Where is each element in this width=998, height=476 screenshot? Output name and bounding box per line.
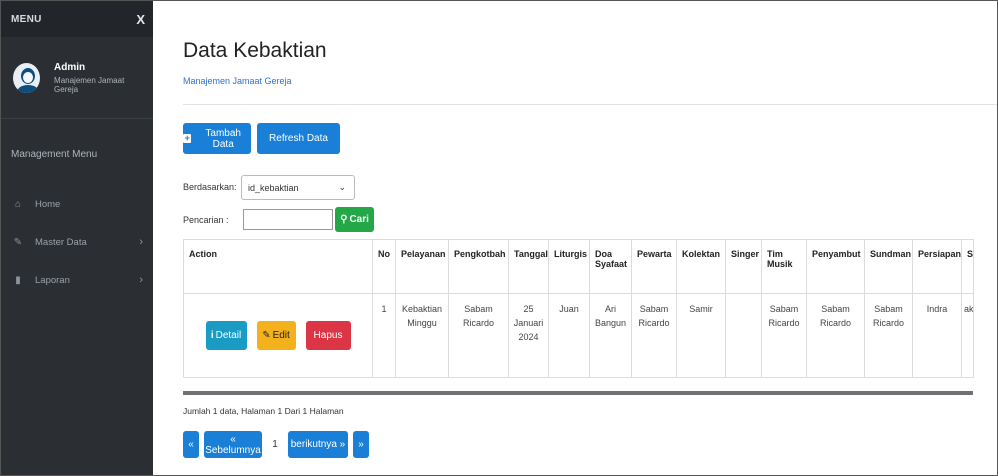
table-header-row: Action No Pelayanan Pengkotbah Tanggal L…	[183, 239, 974, 294]
search-icon: ⚲	[340, 214, 348, 225]
chevron-down-icon: ⌄	[338, 182, 346, 192]
first-page-button[interactable]: «	[183, 431, 199, 458]
col-header: Statu	[961, 239, 974, 294]
cell-doa-syafaat: Ari Bangun	[589, 293, 632, 378]
filter-by-label: Berdasarkan:	[183, 182, 237, 192]
col-header: Pengkotbah	[448, 239, 509, 294]
delete-button[interactable]: Hapus	[305, 321, 351, 350]
add-data-label: Tambah Data	[205, 127, 241, 150]
search-input[interactable]	[243, 209, 333, 230]
cell-pelayanan: Kebaktian Minggu	[395, 293, 449, 378]
col-header: Singer	[725, 239, 762, 294]
user-role: Manajemen Jamaat Gereja	[54, 75, 125, 94]
current-page: 1	[272, 439, 278, 450]
file-icon: ▮	[15, 274, 21, 286]
chevron-right-icon: ›	[139, 236, 143, 248]
sidebar-item-home[interactable]: ⌂ Home	[1, 185, 153, 223]
col-header: No	[372, 239, 396, 294]
prev-page-button[interactable]: « Sebelumnya	[204, 431, 262, 458]
divider	[183, 104, 997, 105]
cell-kolektan: Samir	[676, 293, 726, 378]
edit-icon: ✎	[262, 330, 271, 341]
cell-liturgis: Juan	[548, 293, 590, 378]
home-icon: ⌂	[14, 198, 22, 210]
cell-pengkotbah: Sabam Ricardo	[448, 293, 509, 378]
col-header: Kolektan	[676, 239, 726, 294]
col-header: Sundman	[864, 239, 913, 294]
filter-field-select[interactable]: id_kebaktian ⌄	[241, 175, 355, 200]
col-header: Pelayanan	[395, 239, 449, 294]
cell-penyambut: Sabam Ricardo	[806, 293, 865, 378]
sidebar-item-laporan[interactable]: ▮ Laporan ›	[1, 261, 153, 299]
col-header: Pewarta	[631, 239, 677, 294]
detail-button[interactable]: i Detail	[205, 321, 247, 350]
plus-square-icon: +	[183, 133, 192, 143]
edit-button-label: Edit	[272, 330, 290, 341]
chevron-right-icon: ›	[139, 274, 143, 286]
search-button[interactable]: ⚲ Cari	[335, 207, 374, 232]
page-title: Data Kebaktian	[183, 39, 327, 62]
cell-tanggal: 25 Januari 2024	[508, 293, 549, 378]
table-horizontal-scrollbar[interactable]	[183, 391, 973, 395]
sidebar-title: MENU	[11, 13, 42, 25]
pagination-info: Jumlah 1 data, Halaman 1 Dari 1 Halaman	[183, 406, 344, 416]
cell-singer	[725, 293, 762, 378]
table-row: i Detail ✎ Edit Hapus 1 Kebaktian Minggu	[183, 293, 974, 378]
cell-tim-musik: Sabam Ricardo	[761, 293, 807, 378]
cell-pewarta: Sabam Ricardo	[631, 293, 677, 378]
col-header: Penyambut	[806, 239, 865, 294]
cell-sundman: Sabam Ricardo	[864, 293, 913, 378]
col-header: Liturgis	[548, 239, 590, 294]
app-window: MENU X Admin Manajemen Jamaat Gereja Man…	[0, 0, 998, 476]
search-button-label: Cari	[349, 214, 369, 225]
last-page-button[interactable]: »	[353, 431, 369, 458]
user-avatar-icon	[13, 62, 41, 93]
main-content: Data Kebaktian Manajemen Jamaat Gereja +…	[153, 1, 997, 475]
cell-persiapan: Indra	[912, 293, 962, 378]
detail-button-label: Detail	[215, 330, 242, 341]
search-label: Pencarian :	[183, 215, 229, 225]
col-header: Action	[183, 239, 373, 294]
close-icon[interactable]: X	[136, 12, 145, 27]
col-header: Doa Syafaat	[589, 239, 632, 294]
sidebar-item-label: Master Data	[35, 236, 87, 248]
info-icon: i	[210, 330, 214, 341]
sidebar-header: MENU X	[1, 1, 153, 37]
action-cell: i Detail ✎ Edit Hapus	[183, 293, 373, 378]
sidebar-item-label: Home	[35, 198, 61, 210]
edit-button[interactable]: ✎ Edit	[256, 321, 296, 350]
cell-status: aktif	[961, 293, 974, 378]
user-panel: Admin Manajemen Jamaat Gereja	[1, 37, 153, 119]
sidebar-section-title: Management Menu	[11, 149, 98, 160]
col-header: Tanggal	[508, 239, 549, 294]
col-header: Persiapan	[912, 239, 962, 294]
filter-field-value: id_kebaktian	[248, 182, 299, 193]
data-table: Action No Pelayanan Pengkotbah Tanggal L…	[183, 239, 974, 378]
col-header: Tim Musik	[761, 239, 807, 294]
next-page-button[interactable]: berikutnya »	[288, 431, 348, 458]
cell-no: 1	[372, 293, 396, 378]
refresh-data-button[interactable]: Refresh Data	[257, 123, 340, 154]
sidebar-item-label: Laporan	[35, 274, 70, 286]
sidebar: MENU X Admin Manajemen Jamaat Gereja Man…	[1, 1, 153, 475]
page-subtitle[interactable]: Manajemen Jamaat Gereja	[183, 76, 292, 86]
pagination: « « Sebelumnya 1 berikutnya » »	[183, 431, 369, 458]
edit-icon: ✎	[13, 236, 23, 248]
sidebar-item-master-data[interactable]: ✎ Master Data ›	[1, 223, 153, 261]
user-name: Admin	[54, 61, 86, 73]
add-data-button[interactable]: + Tambah Data	[183, 123, 251, 154]
